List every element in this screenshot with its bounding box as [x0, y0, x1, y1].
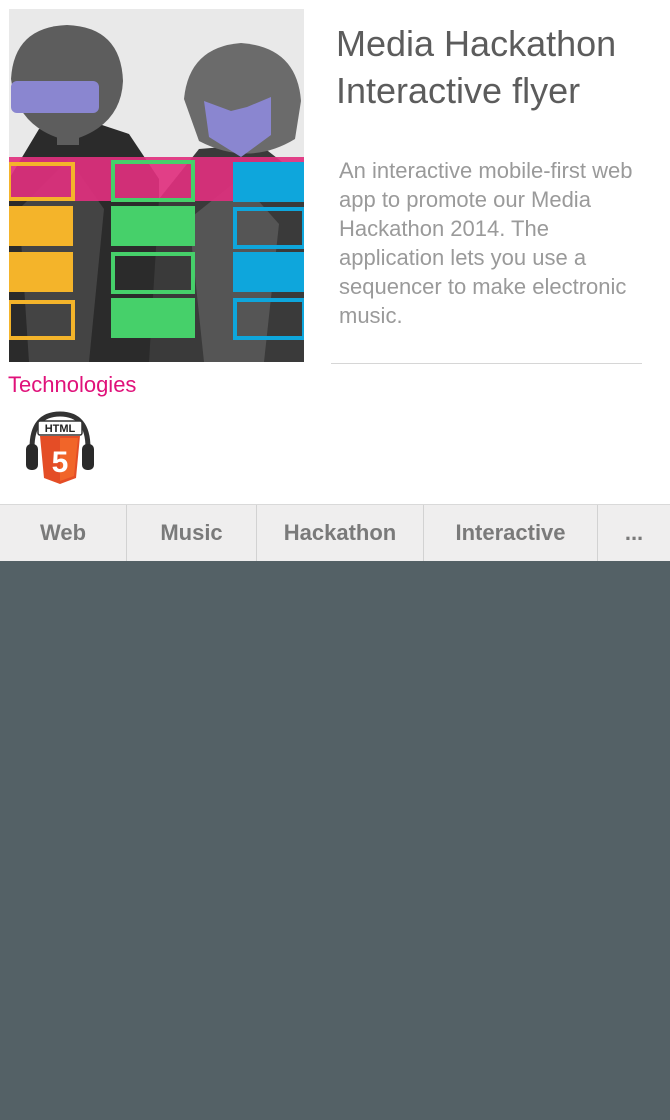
tag-interactive[interactable]: Interactive	[424, 505, 598, 561]
flyer-image	[9, 9, 304, 362]
page: Media Hackathon Interactive flyer An int…	[0, 0, 670, 1120]
project-title-line-2: Interactive flyer	[336, 70, 581, 111]
tag-hackathon[interactable]: Hackathon	[257, 505, 424, 561]
tag-music[interactable]: Music	[127, 505, 257, 561]
tag-web[interactable]: Web	[0, 505, 127, 561]
tags-bar: Web Music Hackathon Interactive ...	[0, 504, 670, 561]
html5-logo: HTML 5	[26, 411, 94, 484]
divider	[331, 363, 642, 364]
project-artwork[interactable]	[9, 9, 304, 362]
html5-badge-text: HTML	[45, 423, 76, 435]
content-background	[0, 561, 670, 1120]
project-title-line-1: Media Hackathon	[336, 23, 617, 64]
tag-more[interactable]: ...	[598, 505, 670, 561]
project-description: An interactive mobile-first web app to p…	[339, 158, 633, 328]
technologies-heading: Technologies	[8, 372, 137, 397]
html5-badge-number: 5	[52, 446, 69, 479]
html5-headphones-icon[interactable]: HTML 5	[24, 408, 96, 486]
project-card: Media Hackathon Interactive flyer An int…	[0, 0, 670, 504]
project-title: Media Hackathon Interactive flyer	[336, 20, 666, 114]
